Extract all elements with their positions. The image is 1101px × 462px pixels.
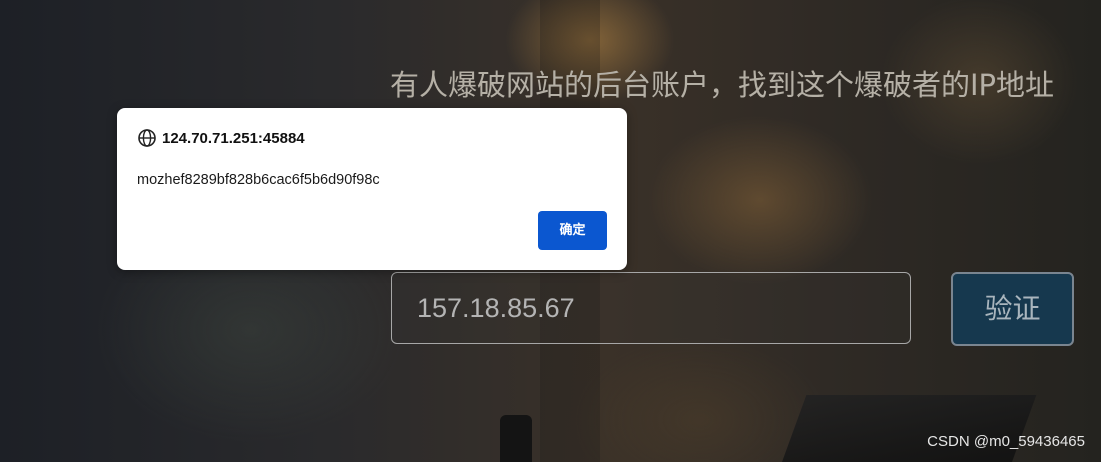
verify-button[interactable]: 验证 [951, 272, 1074, 346]
background-post [500, 415, 532, 462]
dialog-origin: 124.70.71.251:45884 [137, 128, 305, 148]
ip-answer-input[interactable]: 157.18.85.67 [391, 272, 911, 344]
dialog-origin-text: 124.70.71.251:45884 [162, 129, 305, 147]
csdn-watermark: CSDN @m0_59436465 [927, 433, 1085, 450]
dialog-message: mozhef8289bf828b6cac6f5b6d90f98c [137, 172, 380, 188]
challenge-headline: 有人爆破网站的后台账户，找到这个爆破者的IP地址 [390, 68, 1055, 102]
alert-dialog: 124.70.71.251:45884 mozhef8289bf828b6cac… [117, 108, 627, 270]
globe-icon [137, 128, 157, 148]
background-bench [773, 395, 1037, 462]
ok-button[interactable]: 确定 [538, 211, 607, 250]
